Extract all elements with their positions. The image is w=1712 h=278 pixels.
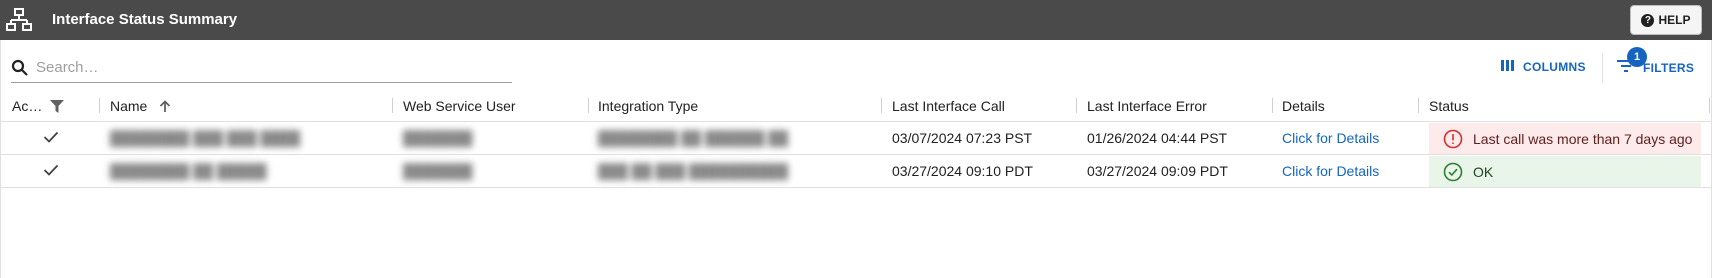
column-separator[interactable] bbox=[588, 98, 589, 113]
column-separator[interactable] bbox=[1418, 98, 1419, 113]
header-name[interactable]: Name bbox=[110, 90, 171, 122]
top-bar: Interface Status Summary ? HELP bbox=[0, 0, 1712, 40]
search-input[interactable] bbox=[36, 56, 506, 78]
columns-icon bbox=[1501, 60, 1515, 74]
interface-status-app: Interface Status Summary ? HELP Search… … bbox=[0, 0, 1712, 278]
help-button[interactable]: ? HELP bbox=[1630, 5, 1702, 35]
last-interface-error-cell: 01/26/2024 04:44 PST bbox=[1087, 130, 1228, 146]
last-interface-call-cell: 03/07/2024 07:23 PST bbox=[892, 130, 1033, 146]
web-service-user-cell: ███████ bbox=[403, 163, 473, 179]
check-circle-icon bbox=[1443, 162, 1463, 182]
status-text: OK bbox=[1473, 163, 1494, 180]
header-integration-type[interactable]: Integration Type bbox=[598, 90, 698, 122]
help-label: HELP bbox=[1658, 13, 1691, 27]
filters-count-badge: 1 bbox=[1627, 47, 1647, 67]
header-last-interface-error[interactable]: Last Interface Error bbox=[1087, 90, 1207, 122]
active-cell bbox=[41, 122, 61, 154]
header-last-interface-call[interactable]: Last Interface Call bbox=[892, 90, 1005, 122]
column-separator[interactable] bbox=[1709, 98, 1710, 113]
search-icon bbox=[11, 59, 29, 77]
name-cell: ████████ ██ █████ bbox=[110, 163, 267, 179]
header-active-label: Ac… bbox=[12, 98, 43, 114]
header-details[interactable]: Details bbox=[1282, 90, 1325, 122]
search-field[interactable] bbox=[11, 54, 512, 83]
filter-icon[interactable] bbox=[50, 99, 65, 113]
details-link[interactable]: Click for Details bbox=[1282, 155, 1379, 187]
error-outline-icon bbox=[1443, 129, 1463, 149]
table-header-row: Ac… Name Web Service User Integration Ty… bbox=[1, 90, 1711, 122]
header-status[interactable]: Status bbox=[1429, 90, 1469, 122]
network-icon bbox=[6, 8, 32, 32]
column-separator[interactable] bbox=[99, 98, 100, 113]
status-table: Ac… Name Web Service User Integration Ty… bbox=[1, 90, 1711, 188]
help-circle-icon: ? bbox=[1641, 13, 1655, 27]
last-interface-error-cell: 03/27/2024 09:09 PDT bbox=[1087, 163, 1228, 179]
column-separator[interactable] bbox=[881, 98, 882, 113]
status-cell: Last call was more than 7 days ago bbox=[1429, 123, 1701, 154]
check-icon bbox=[43, 130, 59, 146]
details-link[interactable]: Click for Details bbox=[1282, 122, 1379, 154]
arrow-up-icon[interactable] bbox=[159, 99, 171, 113]
header-web-service-user[interactable]: Web Service User bbox=[403, 90, 516, 122]
header-active[interactable]: Ac… bbox=[12, 90, 65, 122]
toolbar-divider bbox=[1602, 53, 1603, 83]
page-title: Interface Status Summary bbox=[52, 11, 238, 28]
header-name-label: Name bbox=[110, 98, 148, 114]
table-row[interactable]: ████████ ██ █████ ███████ ███ ██ ███ ███… bbox=[1, 155, 1711, 188]
status-text: Last call was more than 7 days ago bbox=[1473, 130, 1693, 147]
column-separator[interactable] bbox=[392, 98, 393, 113]
table-row[interactable]: ████████ ███ ███ ████ ███████ ████████ █… bbox=[1, 122, 1711, 155]
active-cell bbox=[41, 155, 61, 187]
filters-label: FILTERS bbox=[1643, 60, 1695, 75]
check-icon bbox=[43, 163, 59, 179]
integration-type-cell: ████████ ██ ██████ ██ bbox=[598, 130, 789, 146]
columns-label: COLUMNS bbox=[1523, 60, 1586, 74]
status-cell: OK bbox=[1429, 156, 1701, 187]
columns-button[interactable]: COLUMNS bbox=[1501, 60, 1586, 74]
column-separator[interactable] bbox=[1076, 98, 1077, 113]
last-interface-call-cell: 03/27/2024 09:10 PDT bbox=[892, 163, 1033, 179]
name-cell: ████████ ███ ███ ████ bbox=[110, 130, 301, 146]
grid-panel: COLUMNS FILTERS 1 Ac… bbox=[0, 40, 1712, 278]
column-separator[interactable] bbox=[1272, 98, 1273, 113]
integration-type-cell: ███ ██ ███ ██████████ bbox=[598, 163, 789, 179]
web-service-user-cell: ███████ bbox=[403, 130, 473, 146]
